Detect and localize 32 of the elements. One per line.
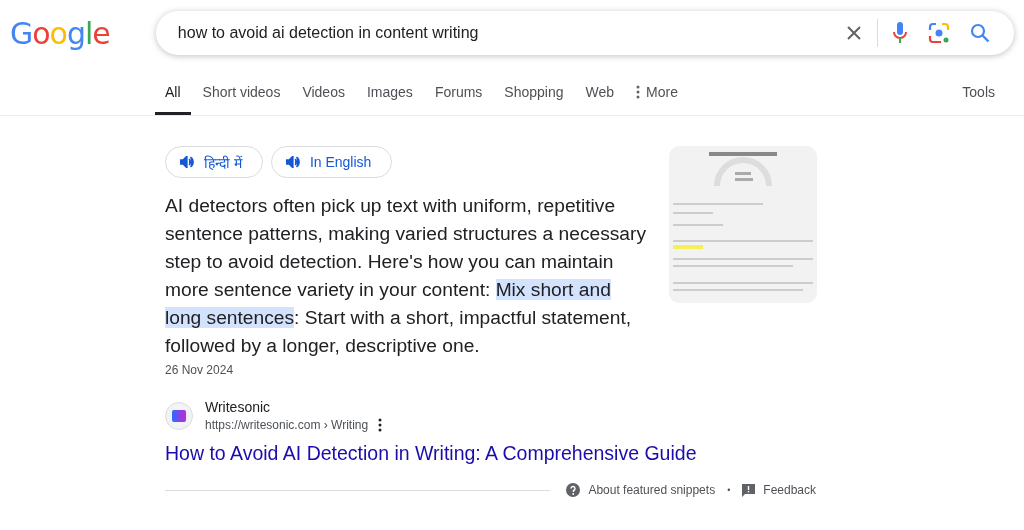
listen-button[interactable]: हिन्दी में xyxy=(165,146,263,178)
help-icon xyxy=(566,483,581,497)
search-tab[interactable]: Forums xyxy=(424,78,493,115)
camera-icon[interactable] xyxy=(927,22,950,44)
about-snippets-link[interactable]: About featured snippets xyxy=(566,483,716,497)
snippet-text: AI detectors often pick up text with uniform, repetitive sentence patterns, making varied structures a necessary step to avoid detection. Here's how you can maintain more sentence variety in your content: Mix short and long sentences: Start with a short, impactful statement, followed by a longer, descriptive one. xyxy=(165,194,647,358)
search-tab[interactable]: Web xyxy=(575,78,625,115)
search-icon[interactable] xyxy=(969,23,990,43)
speaker-icon xyxy=(180,156,194,168)
search-tab[interactable]: All xyxy=(155,78,191,115)
search-tab[interactable]: Videos xyxy=(292,78,355,115)
more-options-icon[interactable] xyxy=(378,418,383,432)
result-title-link[interactable]: How to Avoid AI Detection in Writing: A Comprehensive Guide xyxy=(165,442,1024,465)
close-icon[interactable] xyxy=(844,24,863,42)
feedback-icon xyxy=(742,483,756,497)
search-tab[interactable]: Images xyxy=(356,78,423,115)
separator-dot: • xyxy=(727,485,731,495)
more-icon xyxy=(636,85,641,99)
feedback-link[interactable]: Feedback xyxy=(742,483,816,497)
search-tab[interactable]: More xyxy=(626,78,688,115)
google-logo[interactable]: Google xyxy=(10,15,110,51)
site-name: Writesonic xyxy=(205,399,272,415)
site-favicon-icon xyxy=(165,402,193,430)
search-field[interactable]: how to avoid ai detection in content writing xyxy=(175,23,835,43)
microphone-icon[interactable] xyxy=(891,21,908,45)
site-url: https://writesonic.com › Writing xyxy=(205,418,369,432)
snippet-date: 26 Nov 2024 xyxy=(165,363,235,377)
search-tab[interactable]: Short videos xyxy=(192,78,291,115)
listen-button[interactable]: In English xyxy=(270,146,393,178)
speaker-icon xyxy=(285,156,300,168)
tools-button[interactable]: Tools xyxy=(962,78,995,115)
search-tab[interactable]: Shopping xyxy=(494,78,574,115)
